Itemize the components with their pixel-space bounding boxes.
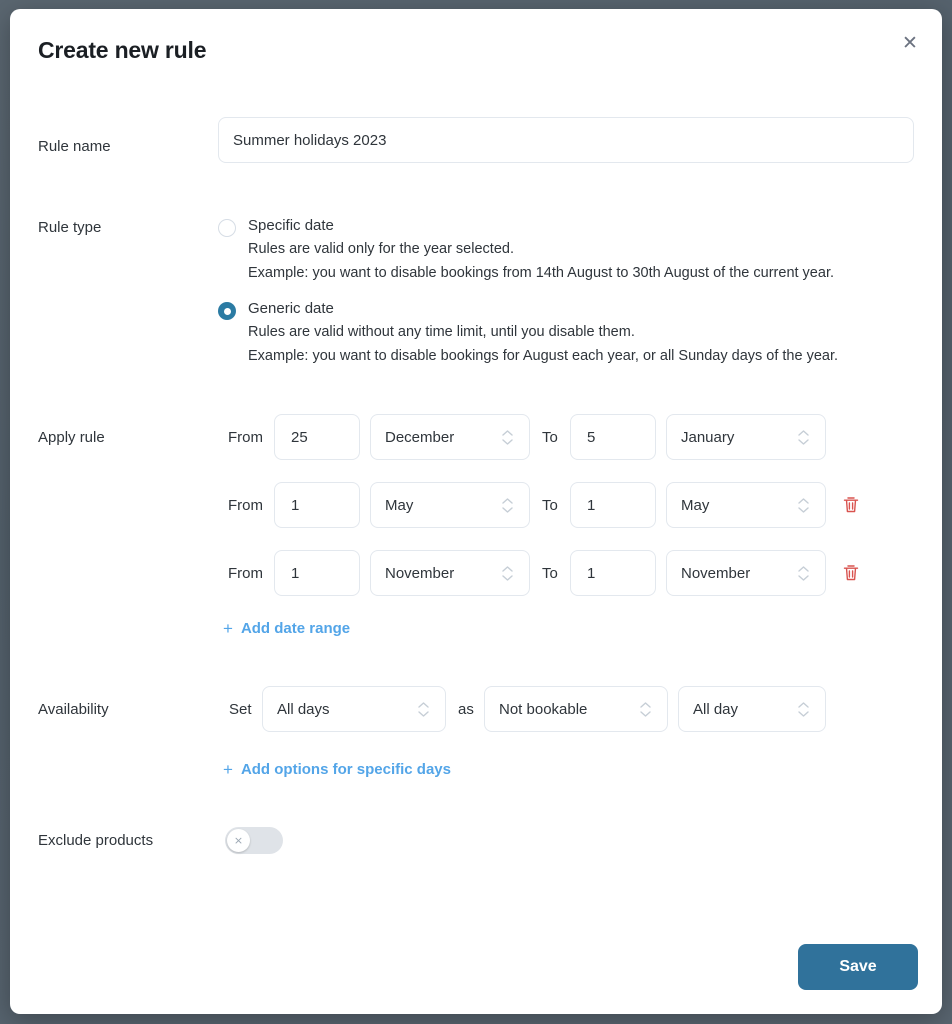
from-month-value-row-3: November [385, 564, 455, 582]
availability-time-select[interactable]: All day [678, 686, 826, 732]
set-label: Set [229, 701, 252, 718]
to-day-input-row-3[interactable]: 1 [570, 550, 656, 596]
from-month-value-row-2: May [385, 496, 414, 514]
to-month-value-row-1: January [681, 428, 735, 446]
from-day-value-row-2: 1 [291, 496, 300, 514]
from-day-input-row-1[interactable]: 25 [274, 414, 360, 460]
availability-days-value: All days [277, 700, 330, 718]
from-day-input-row-2[interactable]: 1 [274, 482, 360, 528]
add-date-range-label: Add date range [240, 620, 351, 637]
to-month-select-row-2[interactable]: May [666, 482, 826, 528]
chevron-updown-icon[interactable] [790, 415, 816, 459]
create-rule-dialog: ✕ Create new rule Rule name Rule type Sp… [10, 9, 942, 1014]
from-month-select-row-1[interactable]: December [370, 414, 530, 460]
from-label-row-1: From [228, 429, 263, 446]
availability-status-value: Not bookable [499, 700, 588, 718]
to-day-value-row-3: 1 [587, 564, 596, 582]
radio-specific-date[interactable] [218, 219, 236, 237]
to-day-value-row-2: 1 [587, 496, 596, 514]
availability-time-value: All day [693, 700, 739, 718]
availability-status-select[interactable]: Not bookable [484, 686, 668, 732]
to-label-row-1: To [542, 429, 558, 446]
radio-generic-date-desc1: Rules are valid without any time limit, … [248, 324, 635, 340]
to-day-input-row-2[interactable]: 1 [570, 482, 656, 528]
to-month-value-row-2: May [681, 496, 710, 514]
to-label-row-2: To [542, 497, 558, 514]
availability-label: Availability [38, 701, 109, 718]
close-icon[interactable]: ✕ [896, 29, 924, 57]
delete-date-range-row-2[interactable] [840, 494, 862, 516]
to-month-select-row-3[interactable]: November [666, 550, 826, 596]
plus-icon: + [223, 619, 233, 638]
radio-specific-date-desc1: Rules are valid only for the year select… [248, 241, 514, 257]
radio-specific-date-label[interactable]: Specific date [248, 217, 334, 234]
from-label-row-3: From [228, 565, 263, 582]
chevron-updown-icon[interactable] [632, 687, 658, 731]
rule-name-label: Rule name [38, 138, 111, 155]
as-label: as [458, 701, 474, 718]
to-day-value-row-1: 5 [587, 428, 596, 446]
from-day-input-row-3[interactable]: 1 [274, 550, 360, 596]
radio-generic-date-desc2: Example: you want to disable bookings fo… [248, 348, 839, 364]
add-specific-days-label: Add options for specific days [240, 761, 451, 778]
chevron-updown-icon[interactable] [494, 415, 520, 459]
from-month-value-row-1: December [385, 428, 455, 446]
exclude-products-label: Exclude products [38, 832, 154, 849]
radio-generic-date-label[interactable]: Generic date [248, 300, 334, 317]
from-month-select-row-2[interactable]: May [370, 482, 530, 528]
to-month-value-row-3: November [681, 564, 751, 582]
chevron-updown-icon[interactable] [790, 551, 816, 595]
add-date-range-link[interactable]: + Add date range [223, 620, 350, 637]
to-month-select-row-1[interactable]: January [666, 414, 826, 460]
from-day-value-row-3: 1 [291, 564, 300, 582]
exclude-products-toggle[interactable]: × [225, 827, 283, 854]
radio-generic-date[interactable] [218, 302, 236, 320]
rule-name-input[interactable] [218, 117, 914, 163]
toggle-knob: × [227, 829, 250, 852]
delete-date-range-row-3[interactable] [840, 562, 862, 584]
chevron-updown-icon[interactable] [410, 687, 436, 731]
to-label-row-3: To [542, 565, 558, 582]
radio-specific-date-desc2: Example: you want to disable bookings fr… [248, 265, 834, 281]
chevron-updown-icon[interactable] [790, 687, 816, 731]
chevron-updown-icon[interactable] [494, 551, 520, 595]
chevron-updown-icon[interactable] [494, 483, 520, 527]
to-day-input-row-1[interactable]: 5 [570, 414, 656, 460]
availability-days-select[interactable]: All days [262, 686, 446, 732]
from-day-value-row-1: 25 [291, 428, 308, 446]
plus-icon: + [223, 760, 233, 779]
save-button[interactable]: Save [798, 944, 918, 990]
from-label-row-2: From [228, 497, 263, 514]
dialog-title: Create new rule [38, 37, 207, 63]
chevron-updown-icon[interactable] [790, 483, 816, 527]
rule-type-label: Rule type [38, 219, 102, 236]
add-specific-days-link[interactable]: + Add options for specific days [223, 761, 451, 778]
from-month-select-row-3[interactable]: November [370, 550, 530, 596]
apply-rule-label: Apply rule [38, 429, 105, 446]
